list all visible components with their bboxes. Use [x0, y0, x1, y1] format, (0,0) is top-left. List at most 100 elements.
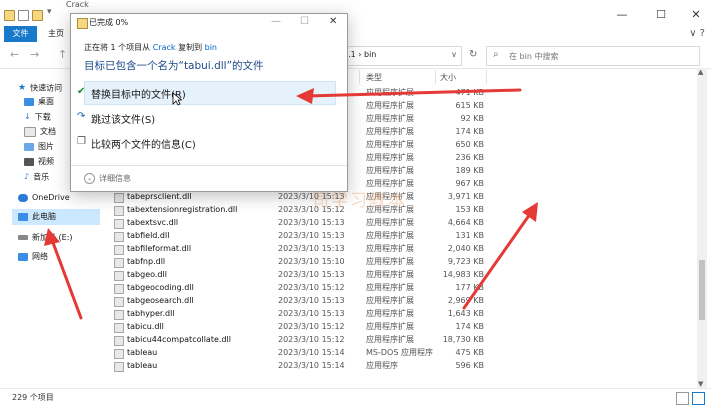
file-row[interactable]: tabicu44compatcollate.dll 2023/3/10 15:12…	[102, 333, 697, 346]
file-date: 2023/3/10 15:13	[278, 231, 345, 240]
dialog-maximize-button[interactable]: ☐	[300, 16, 309, 27]
file-row[interactable]: tabhyper.dll 2023/3/10 15:13 应用程序扩展 1,643 K…	[102, 307, 697, 320]
file-size: 596 KB	[455, 361, 484, 370]
file-size: 189 KB	[455, 166, 484, 175]
address-dropdown-icon[interactable]: ∨	[451, 50, 457, 59]
scroll-down-icon[interactable]: ▼	[698, 380, 703, 388]
skip-icon: ↷	[77, 111, 86, 122]
nav-label: 视频	[38, 157, 54, 166]
file-row[interactable]: tabfnp.dll 2023/3/10 15:10 应用程序扩展 9,723 KB	[102, 255, 697, 268]
star-icon: ★	[18, 83, 27, 93]
close-button[interactable]: ✕	[686, 8, 706, 22]
file-size: 236 KB	[455, 153, 484, 162]
file-date: 2023/3/10 15:13	[278, 270, 345, 279]
column-header-type[interactable]: 类型	[366, 72, 382, 83]
file-row[interactable]: tabfield.dll 2023/3/10 15:13 应用程序扩展 131 KB	[102, 229, 697, 242]
scroll-thumb[interactable]	[699, 260, 705, 320]
customize-dropdown-icon[interactable]: ▾	[47, 7, 52, 17]
file-row[interactable]: tabgeocoding.dll 2023/3/10 15:12 应用程序扩展 177…	[102, 281, 697, 294]
file-type: 应用程序扩展	[366, 257, 414, 266]
up-button[interactable]: ↑	[58, 48, 67, 61]
minimize-button[interactable]: —	[612, 8, 632, 22]
file-size: 174 KB	[455, 127, 484, 136]
nav-this-pc[interactable]: 此电脑	[18, 210, 56, 224]
nav-label: 新加卷 (E:)	[32, 233, 73, 242]
compare-option[interactable]: ❐ 比较两个文件的信息(C)	[77, 136, 196, 151]
file-name: tabextsvc.dll	[127, 218, 179, 227]
file-date: 2023/3/10 15:13	[278, 309, 345, 318]
file-type: 应用程序扩展	[366, 270, 414, 279]
column-header-size[interactable]: 大小	[440, 72, 456, 83]
forward-button[interactable]: →	[30, 48, 39, 61]
scroll-up-icon[interactable]: ▲	[698, 68, 703, 76]
more-details-button[interactable]: ⌄ 详细信息	[84, 173, 131, 184]
file-row[interactable]: tabgeosearch.dll 2023/3/10 15:13 应用程序扩展 2,9…	[102, 294, 697, 307]
file-date: 2023/3/10 15:14	[278, 348, 345, 357]
back-button[interactable]: ←	[10, 48, 19, 61]
file-row[interactable]: tabextsvc.dll 2023/3/10 15:13 应用程序扩展 4,664 …	[102, 216, 697, 229]
refresh-button[interactable]: ↻	[469, 49, 477, 60]
compare-icon: ❐	[77, 136, 86, 147]
music-icon: ♪	[24, 172, 30, 181]
nav-quick-access[interactable]: ★ 快速访问	[18, 81, 62, 95]
dialog-minimize-button[interactable]: —	[271, 16, 281, 27]
search-input[interactable]: ⌕ 在 bin 中搜索	[486, 46, 700, 66]
nav-documents[interactable]: 文档	[24, 125, 56, 139]
file-name: tableau	[127, 361, 158, 370]
file-row[interactable]: tabgeo.dll 2023/3/10 15:13 应用程序扩展 14,983 KB	[102, 268, 697, 281]
nav-desktop[interactable]: 桌面	[24, 95, 54, 109]
nav-downloads[interactable]: ↓ 下载	[24, 110, 51, 124]
file-size: 471 KB	[455, 88, 484, 97]
drive-icon	[18, 235, 28, 240]
nav-videos[interactable]: 视频	[24, 155, 54, 169]
nav-drive-e[interactable]: 新加卷 (E:)	[18, 231, 73, 245]
tab-home[interactable]: 主页	[45, 26, 67, 42]
nav-network[interactable]: 网络	[18, 250, 48, 264]
file-icon	[114, 310, 124, 320]
option-label: 比较两个文件的信息(C)	[91, 140, 196, 151]
file-type: 应用程序扩展	[366, 322, 414, 331]
column-divider[interactable]	[486, 70, 487, 84]
dialog-close-button[interactable]: ✕	[329, 16, 337, 27]
vertical-scrollbar[interactable]: ▲ ▼	[697, 68, 707, 388]
address-bar[interactable]: 3.1 › bin ∨	[335, 46, 462, 66]
file-icon	[114, 336, 124, 346]
video-icon	[24, 157, 34, 166]
file-icon	[114, 284, 124, 294]
expand-icon: ⌄	[84, 173, 95, 184]
file-icon	[114, 193, 124, 203]
status-bar: 229 个项目	[0, 388, 711, 407]
nav-pictures[interactable]: 图片	[24, 140, 54, 154]
file-row[interactable]: tableau 2023/3/10 15:14 应用程序 596 KB	[102, 359, 697, 372]
file-size: 2,040 KB	[447, 244, 484, 253]
details-view-button[interactable]	[676, 392, 689, 405]
column-divider[interactable]	[435, 70, 436, 84]
column-divider[interactable]	[359, 70, 360, 84]
file-icon	[114, 206, 124, 216]
file-size: 18,730 KB	[442, 335, 484, 344]
breadcrumb[interactable]: 3.1 › bin	[343, 50, 376, 59]
file-size: 967 KB	[455, 179, 484, 188]
nav-music[interactable]: ♪ 音乐	[24, 170, 49, 184]
maximize-button[interactable]: ☐	[651, 8, 671, 22]
destination-folder-link[interactable]: bin	[205, 43, 217, 52]
file-size: 615 KB	[455, 101, 484, 110]
nav-onedrive[interactable]: OneDrive	[18, 191, 70, 205]
properties-icon[interactable]	[18, 10, 29, 21]
tab-file[interactable]: 文件	[4, 26, 37, 42]
source-folder-link[interactable]: Crack	[153, 43, 176, 52]
file-row[interactable]: tableau 2023/3/10 15:14 MS-DOS 应用程序 475 KB	[102, 346, 697, 359]
computer-icon	[18, 212, 28, 221]
file-size: 174 KB	[455, 322, 484, 331]
file-row[interactable]: tabfileformat.dll 2023/3/10 15:13 应用程序扩展 2,…	[102, 242, 697, 255]
skip-option[interactable]: ↷ 跳过该文件(S)	[77, 111, 155, 126]
file-icon	[114, 297, 124, 307]
file-row[interactable]: tabicu.dll 2023/3/10 15:12 应用程序扩展 174 KB	[102, 320, 697, 333]
ribbon-help-icon[interactable]: ∨ ?	[689, 28, 705, 39]
icons-view-button[interactable]	[692, 392, 705, 405]
file-date: 2023/3/10 15:10	[278, 257, 345, 266]
file-date: 2023/3/10 15:14	[278, 361, 345, 370]
details-label: 详细信息	[99, 174, 131, 183]
new-folder-icon[interactable]	[32, 10, 43, 21]
file-type: 应用程序扩展	[366, 244, 414, 253]
